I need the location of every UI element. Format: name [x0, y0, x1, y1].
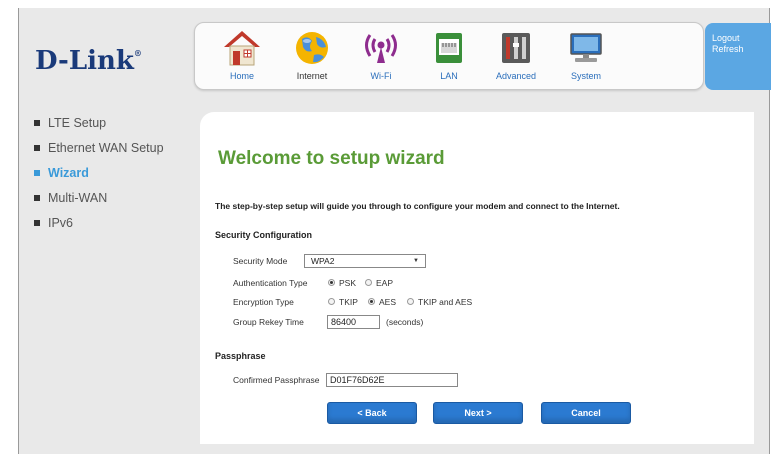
nav-wifi[interactable]: Wi-Fi [352, 25, 410, 89]
nav-lan[interactable]: LAN [420, 25, 478, 89]
passphrase-heading: Passphrase [215, 351, 266, 361]
sidebar-item-wizard[interactable]: Wizard [34, 163, 164, 188]
logout-link[interactable]: Logout [712, 33, 771, 44]
enc-aes-label: AES [379, 297, 397, 307]
passphrase-input[interactable]: D01F76D62E [326, 373, 458, 387]
sidebar-item-lte-setup[interactable]: LTE Setup [34, 113, 164, 138]
bullet-icon [34, 170, 40, 176]
nav-system-label: System [570, 71, 601, 81]
top-nav-bar: Home Internet Wi-Fi LAN Advanced System [194, 22, 704, 90]
auth-psk-label: PSK [339, 278, 357, 288]
security-mode-value: WPA2 [311, 256, 335, 266]
nav-system[interactable]: System [557, 25, 615, 89]
tools-icon [496, 27, 536, 69]
wifi-icon [361, 27, 401, 69]
auth-type-label: Authentication Type [233, 278, 308, 288]
security-config-heading: Security Configuration [215, 230, 313, 240]
sidebar-item-ethernet-wan-setup[interactable]: Ethernet WAN Setup [34, 138, 164, 163]
nav-internet[interactable]: Internet [283, 25, 341, 89]
passphrase-label: Confirmed Passphrase [233, 375, 320, 385]
home-icon [222, 27, 262, 69]
monitor-icon [566, 27, 606, 69]
security-mode-label: Security Mode [233, 256, 288, 266]
bullet-icon [34, 120, 40, 126]
back-button[interactable]: < Back [327, 402, 417, 424]
auth-eap-label: EAP [376, 278, 394, 288]
nav-lan-label: LAN [440, 71, 458, 81]
sidebar-item-ipv6[interactable]: IPv6 [34, 213, 164, 238]
next-button[interactable]: Next > [433, 402, 523, 424]
sidebar-menu: LTE Setup Ethernet WAN Setup Wizard Mult… [34, 113, 164, 238]
globe-icon [292, 27, 332, 69]
enc-tkip-aes-radio[interactable] [407, 298, 414, 305]
dropdown-arrow-icon: ▼ [413, 258, 419, 264]
enc-tkip-radio[interactable] [328, 298, 335, 305]
dlink-logo: D-Link® [35, 46, 142, 76]
group-rekey-label: Group Rekey Time [233, 317, 304, 327]
page-title: Welcome to setup wizard [218, 148, 445, 169]
nav-home-label: Home [229, 71, 254, 81]
nav-advanced-label: Advanced [495, 71, 537, 81]
user-panel: Logout Refresh [705, 23, 771, 90]
rekey-unit-label: (seconds) [386, 317, 424, 327]
encryption-type-label: Encryption Type [233, 297, 294, 307]
auth-psk-radio[interactable] [328, 279, 335, 286]
enc-tkip-aes-label: TKIP and AES [418, 297, 473, 307]
bullet-icon [34, 220, 40, 226]
auth-eap-radio[interactable] [365, 279, 372, 286]
lan-port-icon [429, 27, 469, 69]
wizard-description: The step-by-step setup will guide you th… [215, 201, 620, 211]
nav-wifi-label: Wi-Fi [370, 71, 392, 81]
security-mode-select[interactable]: WPA2 ▼ [304, 254, 426, 268]
bullet-icon [34, 195, 40, 201]
nav-home[interactable]: Home [213, 25, 271, 89]
enc-aes-radio[interactable] [368, 298, 375, 305]
wizard-panel: Welcome to setup wizard The step-by-step… [200, 112, 754, 444]
nav-advanced[interactable]: Advanced [487, 25, 545, 89]
bullet-icon [34, 145, 40, 151]
group-rekey-input[interactable]: 86400 [327, 315, 380, 329]
cancel-button[interactable]: Cancel [541, 402, 631, 424]
nav-internet-label: Internet [296, 71, 328, 81]
sidebar-item-multi-wan[interactable]: Multi-WAN [34, 188, 164, 213]
enc-tkip-label: TKIP [339, 297, 358, 307]
refresh-link[interactable]: Refresh [712, 44, 771, 55]
